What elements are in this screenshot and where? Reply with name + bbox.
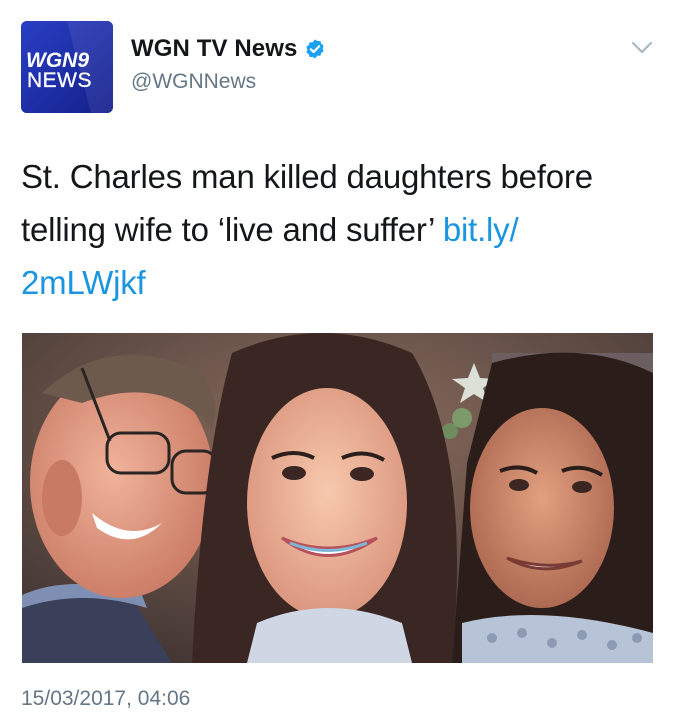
display-name[interactable]: WGN TV News (131, 35, 297, 63)
handle[interactable]: @WGNNews (131, 70, 256, 94)
family-selfie-photo-icon (22, 333, 653, 663)
chevron-down-icon[interactable] (631, 40, 653, 56)
tweet-photo[interactable] (22, 333, 653, 663)
timestamp[interactable]: 15/03/2017, 04:06 (21, 687, 190, 711)
wgn9-news-logo-icon: WGN9 NEWS (21, 21, 113, 113)
logo-text-bottom: NEWS (27, 69, 92, 92)
verified-badge-icon (306, 39, 325, 59)
name-row: WGN TV News (131, 35, 326, 63)
tweet-text: St. Charles man killed daughters before … (21, 150, 661, 309)
avatar[interactable]: WGN9 NEWS (21, 21, 113, 113)
